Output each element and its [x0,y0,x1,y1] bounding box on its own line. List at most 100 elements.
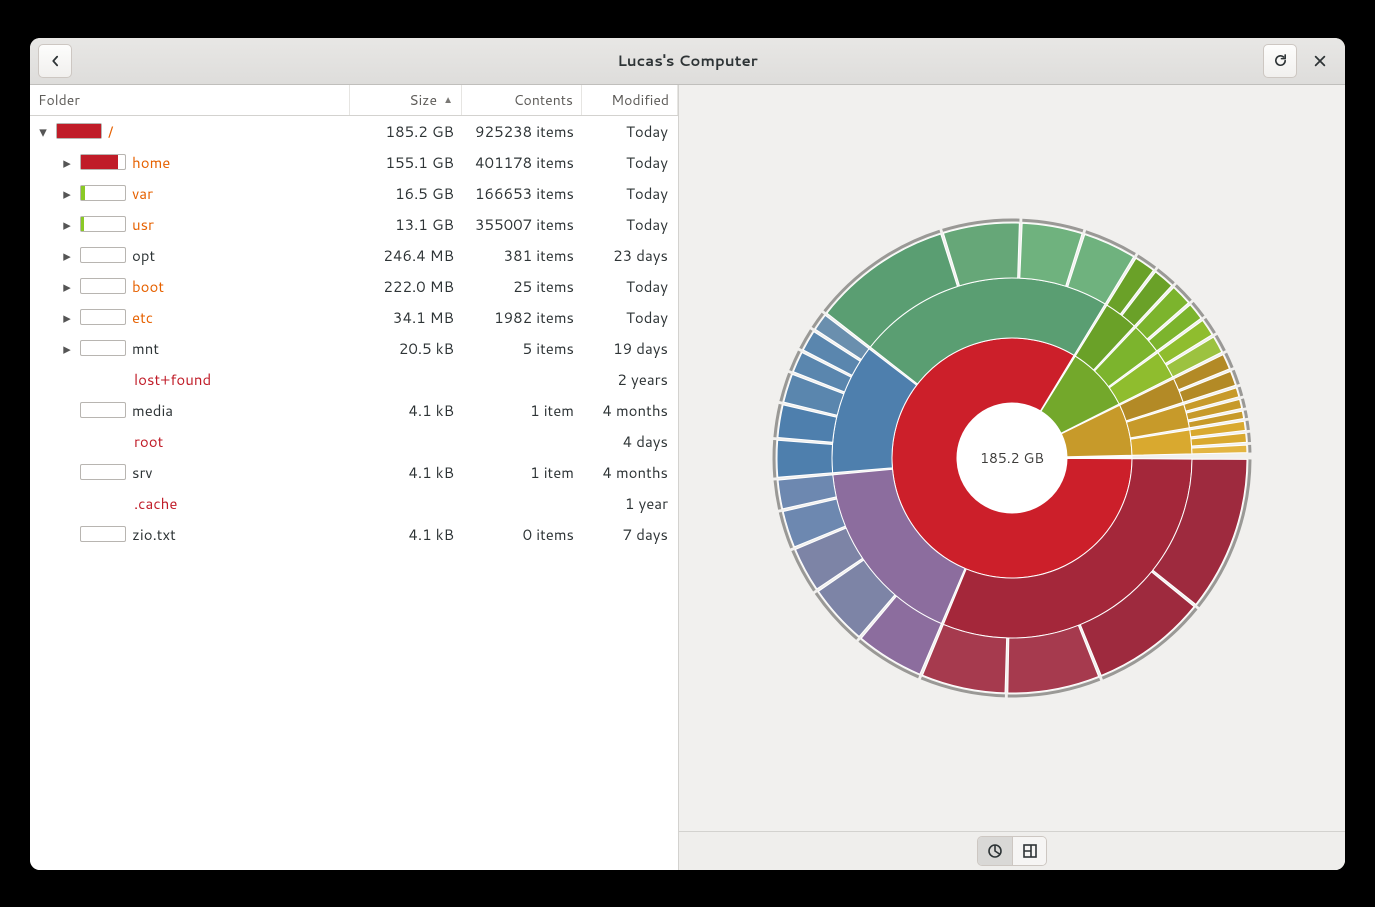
tree-row[interactable]: ▸boot222.0 MB25 itemsToday [30,271,678,302]
tree-row[interactable]: ▸opt246.4 MB381 items23 days [30,240,678,271]
folder-name: lost+found [134,369,211,390]
usage-bar [80,154,126,170]
cell-modified: 4 months [582,400,678,421]
tree-row[interactable]: ▸media4.1 kB1 item4 months [30,395,678,426]
expander-icon[interactable]: ▸ [60,276,74,297]
cell-modified: 2 years [582,369,678,390]
cell-modified: Today [582,276,678,297]
tree-row[interactable]: ▾ / 185.2 GB925238 itemsToday [30,116,678,147]
chevron-left-icon [48,54,62,68]
cell-size: 34.1 MB [350,307,462,328]
usage-bar [80,185,126,201]
tree-row[interactable]: ▸srv4.1 kB1 item4 months [30,457,678,488]
column-folder[interactable]: Folder [30,85,350,115]
usage-bar [80,309,126,325]
cell-contents: 1982 items [462,307,582,328]
tree-body[interactable]: ▾/185.2 GB925238 itemsToday▸home155.1 GB… [30,116,678,870]
cell-modified: Today [582,183,678,204]
sunburst-leaf-edge [1239,387,1242,396]
cell-size: 4.1 kB [350,524,462,545]
folder-name: media [132,400,173,421]
folder-name: boot [132,276,164,297]
column-modified[interactable]: Modified [582,85,678,115]
sunburst-leaf-edge [774,440,775,477]
cell-size: 20.5 kB [350,338,462,359]
expander-icon[interactable]: ▸ [60,183,74,204]
usage-bar [80,247,126,263]
cell-modified: 1 year [582,493,678,514]
cell-modified: Today [582,307,678,328]
cell-size: 185.2 GB [350,121,462,142]
view-switcher-bar [679,831,1345,870]
cell-size: 246.4 MB [350,245,462,266]
tree-row[interactable]: ▸home155.1 GB401178 itemsToday [30,147,678,178]
column-contents[interactable]: Contents [462,85,582,115]
close-button[interactable] [1303,44,1337,78]
back-button[interactable] [38,44,72,78]
treemap-chart-icon [1022,843,1038,859]
expander-icon[interactable]: ▸ [60,214,74,235]
cell-modified: Today [582,214,678,235]
tree-row[interactable]: ▸usr13.1 GB355007 itemsToday [30,209,678,240]
tree-row[interactable]: ▸root4 days [30,426,678,457]
folder-name: var [132,183,153,204]
sunburst-leaf-edge [1245,410,1246,418]
usage-bar [80,340,126,356]
sunburst-leaf-edge [1247,420,1248,429]
cell-contents: 355007 items [462,214,582,235]
folder-name: etc [132,307,153,328]
chart-wrap: 185.2 GB [679,85,1345,831]
sunburst-chart[interactable]: 185.2 GB [692,108,1332,808]
sunburst-leaf-edge [1242,398,1244,407]
folder-name: zio.txt [132,524,176,545]
folder-name: usr [132,214,154,235]
tree-row[interactable]: ▸.cache1 year [30,488,678,519]
usage-bar [80,278,126,294]
cell-contents: 166653 items [462,183,582,204]
tree-row[interactable]: ▸lost+found2 years [30,364,678,395]
cell-contents: 1 item [462,462,582,483]
expander-icon[interactable]: ▾ [36,121,50,142]
usage-bar [80,464,126,480]
reload-icon [1273,53,1288,68]
tree-row[interactable]: ▸ etc 34.1 MB1982 itemsToday [30,302,678,333]
expander-icon[interactable]: ▸ [60,307,74,328]
folder-name: opt [132,245,155,266]
folder-name: mnt [132,338,159,359]
sunburst-slice[interactable] [1067,456,1132,457]
expander-icon[interactable]: ▸ [60,245,74,266]
tree-row[interactable]: ▸zio.txt4.1 kB0 items7 days [30,519,678,550]
folder-name: / [108,121,113,142]
view-rings-button[interactable] [978,837,1012,865]
sunburst-slice[interactable] [1192,445,1247,454]
cell-modified: Today [582,152,678,173]
rings-chart-icon [987,843,1003,859]
cell-contents: 925238 items [462,121,582,142]
cell-modified: 4 months [582,462,678,483]
sunburst-center-label: 185.2 GB [980,448,1044,468]
folder-name: root [134,431,163,452]
cell-size: 222.0 MB [350,276,462,297]
tree-row[interactable]: ▸mnt20.5 kB5 items19 days [30,333,678,364]
cell-modified: 4 days [582,431,678,452]
expander-icon[interactable]: ▸ [60,338,74,359]
sort-indicator-icon: ▲ [443,93,453,107]
cell-contents: 1 item [462,400,582,421]
expander-icon[interactable]: ▸ [60,152,74,173]
column-size[interactable]: Size ▲ [350,85,462,115]
tree-row[interactable]: ▸var16.5 GB166653 itemsToday [30,178,678,209]
cell-modified: Today [582,121,678,142]
column-size-label: Size [409,90,437,110]
rescan-button[interactable] [1263,44,1297,78]
cell-contents: 381 items [462,245,582,266]
sunburst-slice[interactable] [943,223,1019,286]
view-treemap-button[interactable] [1012,837,1046,865]
sunburst-slice[interactable] [777,440,833,477]
headerbar: Lucas's Computer [30,38,1345,85]
close-icon [1313,54,1327,68]
usage-bar [56,123,102,139]
folder-tree-pane: Folder Size ▲ Contents Modified ▾ / 185.2 … [30,85,679,870]
cell-contents: 0 items [462,524,582,545]
tree-header: Folder Size ▲ Contents Modified [30,85,678,116]
view-switcher [977,836,1047,866]
